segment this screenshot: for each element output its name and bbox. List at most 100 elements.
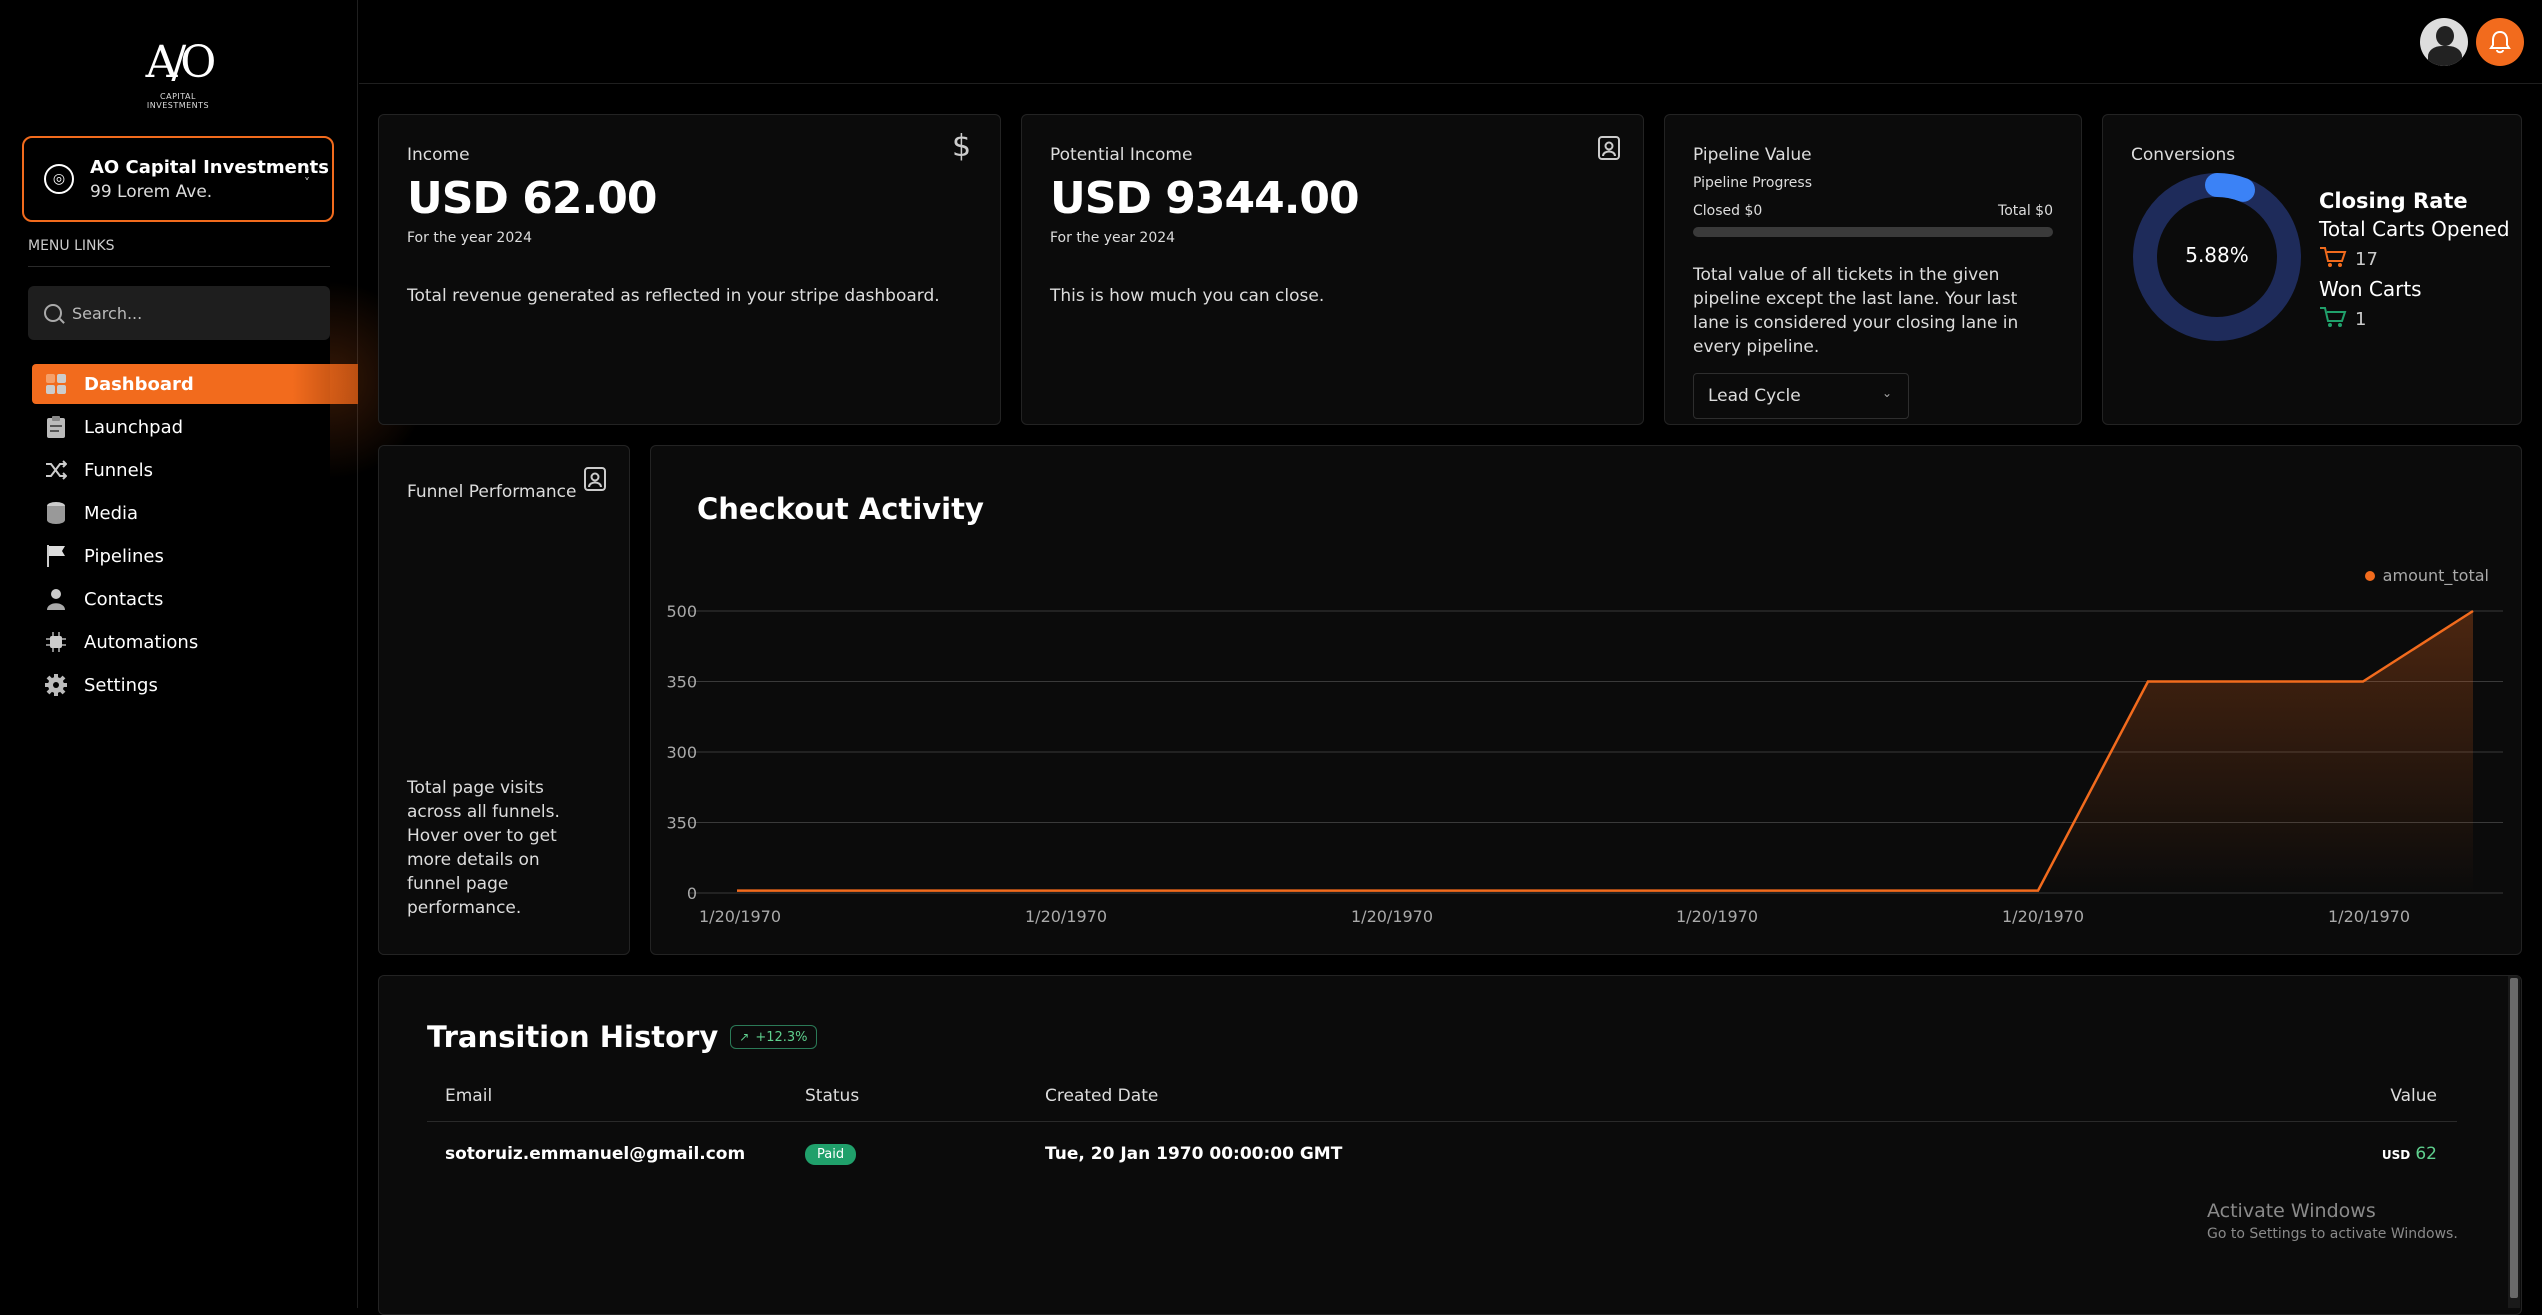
income-description: Total revenue generated as reflected in … <box>407 286 940 306</box>
account-address: 99 Lorem Ave. <box>90 181 213 202</box>
cart-icon <box>2319 245 2347 273</box>
database-icon <box>44 501 68 525</box>
logo-subtitle: CAPITAL INVESTMENTS <box>146 92 210 110</box>
won-carts-count: 1 <box>2355 308 2367 330</box>
sidebar-item-label: Media <box>84 502 139 524</box>
brand-logo[interactable]: A/O CAPITAL INVESTMENTS <box>130 38 226 111</box>
chevron-updown-icon: ˄ ˅ <box>304 166 310 190</box>
carts-opened-label: Total Carts Opened <box>2319 217 2510 241</box>
pipeline-progress-label: Pipeline Progress <box>1693 175 1812 191</box>
search-icon <box>44 304 62 322</box>
funnel-performance-card: Funnel Performance Total page visits acr… <box>378 445 630 955</box>
sidebar-item-label: Contacts <box>84 588 164 610</box>
scrollbar[interactable] <box>2508 976 2520 1308</box>
row-amount: 62 <box>2415 1144 2437 1164</box>
funnel-label: Funnel Performance <box>407 482 577 502</box>
pipeline-select[interactable]: Lead Cycle ⌄ <box>1693 373 1909 419</box>
won-carts-label: Won Carts <box>2319 277 2422 301</box>
row-email: sotoruiz.emmanuel@gmail.com <box>445 1144 746 1164</box>
transition-history-card: Transition History ↗ +12.3% Email Status… <box>378 975 2522 1315</box>
sidebar-item-label: Settings <box>84 674 158 696</box>
y-tick-label: 0 <box>687 884 697 903</box>
sidebar-item-contacts[interactable]: Contacts <box>32 579 358 619</box>
sidebar-item-settings[interactable]: Settings <box>32 665 358 705</box>
row-created: Tue, 20 Jan 1970 00:00:00 GMT <box>1045 1144 1343 1164</box>
checkout-chart[interactable]: 50035030035001/20/1970 1/20/1970 1/20/1970… <box>651 446 2523 956</box>
account-switcher[interactable]: ◎ AO Capital Investments 99 Lorem Ave. ˄… <box>22 136 334 222</box>
sidebar-item-launchpad[interactable]: Launchpad <box>32 407 358 447</box>
y-tick-label: 350 <box>666 814 697 833</box>
sidebar: A/O CAPITAL INVESTMENTS ◎ AO Capital Inv… <box>0 0 358 1308</box>
y-tick-label: 350 <box>666 673 697 692</box>
pipeline-label: Pipeline Value <box>1693 145 1812 165</box>
y-tick-label: 500 <box>666 602 697 621</box>
col-email: Email <box>445 1086 493 1106</box>
shuffle-icon <box>44 458 68 482</box>
potential-income-year: For the year 2024 <box>1050 230 1176 246</box>
arrow-up-right-icon: ↗ <box>739 1030 750 1044</box>
menu-links-heading: MENU LINKS <box>28 238 330 267</box>
funnel-description: Total page visits across all funnels. Ho… <box>407 778 560 918</box>
col-created: Created Date <box>1045 1086 1159 1106</box>
sidebar-item-label: Launchpad <box>84 416 184 438</box>
table-row[interactable]: sotoruiz.emmanuel@gmail.com Paid Tue, 20… <box>427 1132 2457 1180</box>
x-tick-label: 1/20/1970 <box>1676 907 1758 926</box>
pipeline-value-card: Pipeline Value Pipeline Progress Closed … <box>1664 114 2082 425</box>
conversion-rate: 5.88% <box>2185 243 2249 267</box>
watermark-title: Activate Windows <box>2207 1200 2376 1222</box>
sidebar-item-pipelines[interactable]: Pipelines <box>32 536 358 576</box>
x-tick-label: 1/20/1970 <box>1351 907 1433 926</box>
sidebar-item-dashboard[interactable]: Dashboard <box>32 364 358 404</box>
potential-income-label: Potential Income <box>1050 145 1193 165</box>
potential-income-value: USD 9344.00 <box>1050 173 1360 224</box>
sidebar-item-label: Funnels <box>84 459 154 481</box>
gear-icon <box>44 673 68 697</box>
carts-opened-count: 17 <box>2355 248 2378 270</box>
user-icon <box>44 587 68 611</box>
conversions-card: Conversions 5.88% Closing Rate Total Car… <box>2102 114 2522 425</box>
dollar-icon: $ <box>952 129 972 164</box>
sidebar-search[interactable] <box>28 286 330 340</box>
avatar[interactable] <box>2420 18 2468 66</box>
notification-bell-icon[interactable] <box>2476 18 2524 66</box>
checkout-activity-card: Checkout Activity amount_total 500 350 300… <box>650 445 2522 955</box>
x-tick-label: 1/20/1970 <box>2002 907 2084 926</box>
x-tick-label: 1/20/1970 <box>699 907 781 926</box>
history-title: Transition History <box>427 1020 719 1054</box>
pipeline-progress-bar <box>1693 227 2053 237</box>
dashboard-icon <box>44 372 68 396</box>
x-tick-label: 1/20/1970 <box>2328 907 2410 926</box>
income-year: For the year 2024 <box>407 230 533 246</box>
clipboard-icon <box>44 415 68 439</box>
sidebar-item-automations[interactable]: Automations <box>32 622 358 662</box>
sidebar-item-funnels[interactable]: Funnels <box>32 450 358 490</box>
income-value: USD 62.00 <box>407 173 657 224</box>
top-bar <box>359 0 2542 84</box>
pipeline-select-value: Lead Cycle <box>1708 386 1801 406</box>
col-value: Value <box>2390 1086 2437 1106</box>
potential-income-description: This is how much you can close. <box>1050 286 1325 306</box>
x-tick-label: 1/20/1970 <box>1025 907 1107 926</box>
search-input[interactable] <box>72 303 312 323</box>
trend-badge: ↗ +12.3% <box>730 1025 817 1049</box>
cart-check-icon <box>2319 305 2347 333</box>
sidebar-item-label: Pipelines <box>84 545 164 567</box>
income-label: Income <box>407 145 470 165</box>
watermark-sub: Go to Settings to activate Windows. <box>2207 1226 2458 1242</box>
closing-rate-label: Closing Rate <box>2319 189 2468 213</box>
sidebar-item-media[interactable]: Media <box>32 493 358 533</box>
conversions-label: Conversions <box>2131 145 2236 165</box>
contact-card-icon <box>583 466 609 494</box>
chip-icon <box>44 630 68 654</box>
pipeline-total: Total $0 <box>1998 203 2053 219</box>
pipeline-closed: Closed $0 <box>1693 203 1763 219</box>
income-card: Income USD 62.00 For the year 2024 Total… <box>378 114 1001 425</box>
contact-card-icon <box>1597 135 1623 163</box>
sidebar-nav: Dashboard Launchpad Funnels Media Pipeli… <box>32 364 358 708</box>
status-badge: Paid <box>805 1144 857 1165</box>
compass-icon: ◎ <box>44 164 74 194</box>
chevron-down-icon: ⌄ <box>1881 386 1892 400</box>
y-tick-label: 300 <box>666 743 697 762</box>
row-currency: USD <box>2381 1148 2411 1162</box>
account-name: AO Capital Investments <box>90 156 329 178</box>
